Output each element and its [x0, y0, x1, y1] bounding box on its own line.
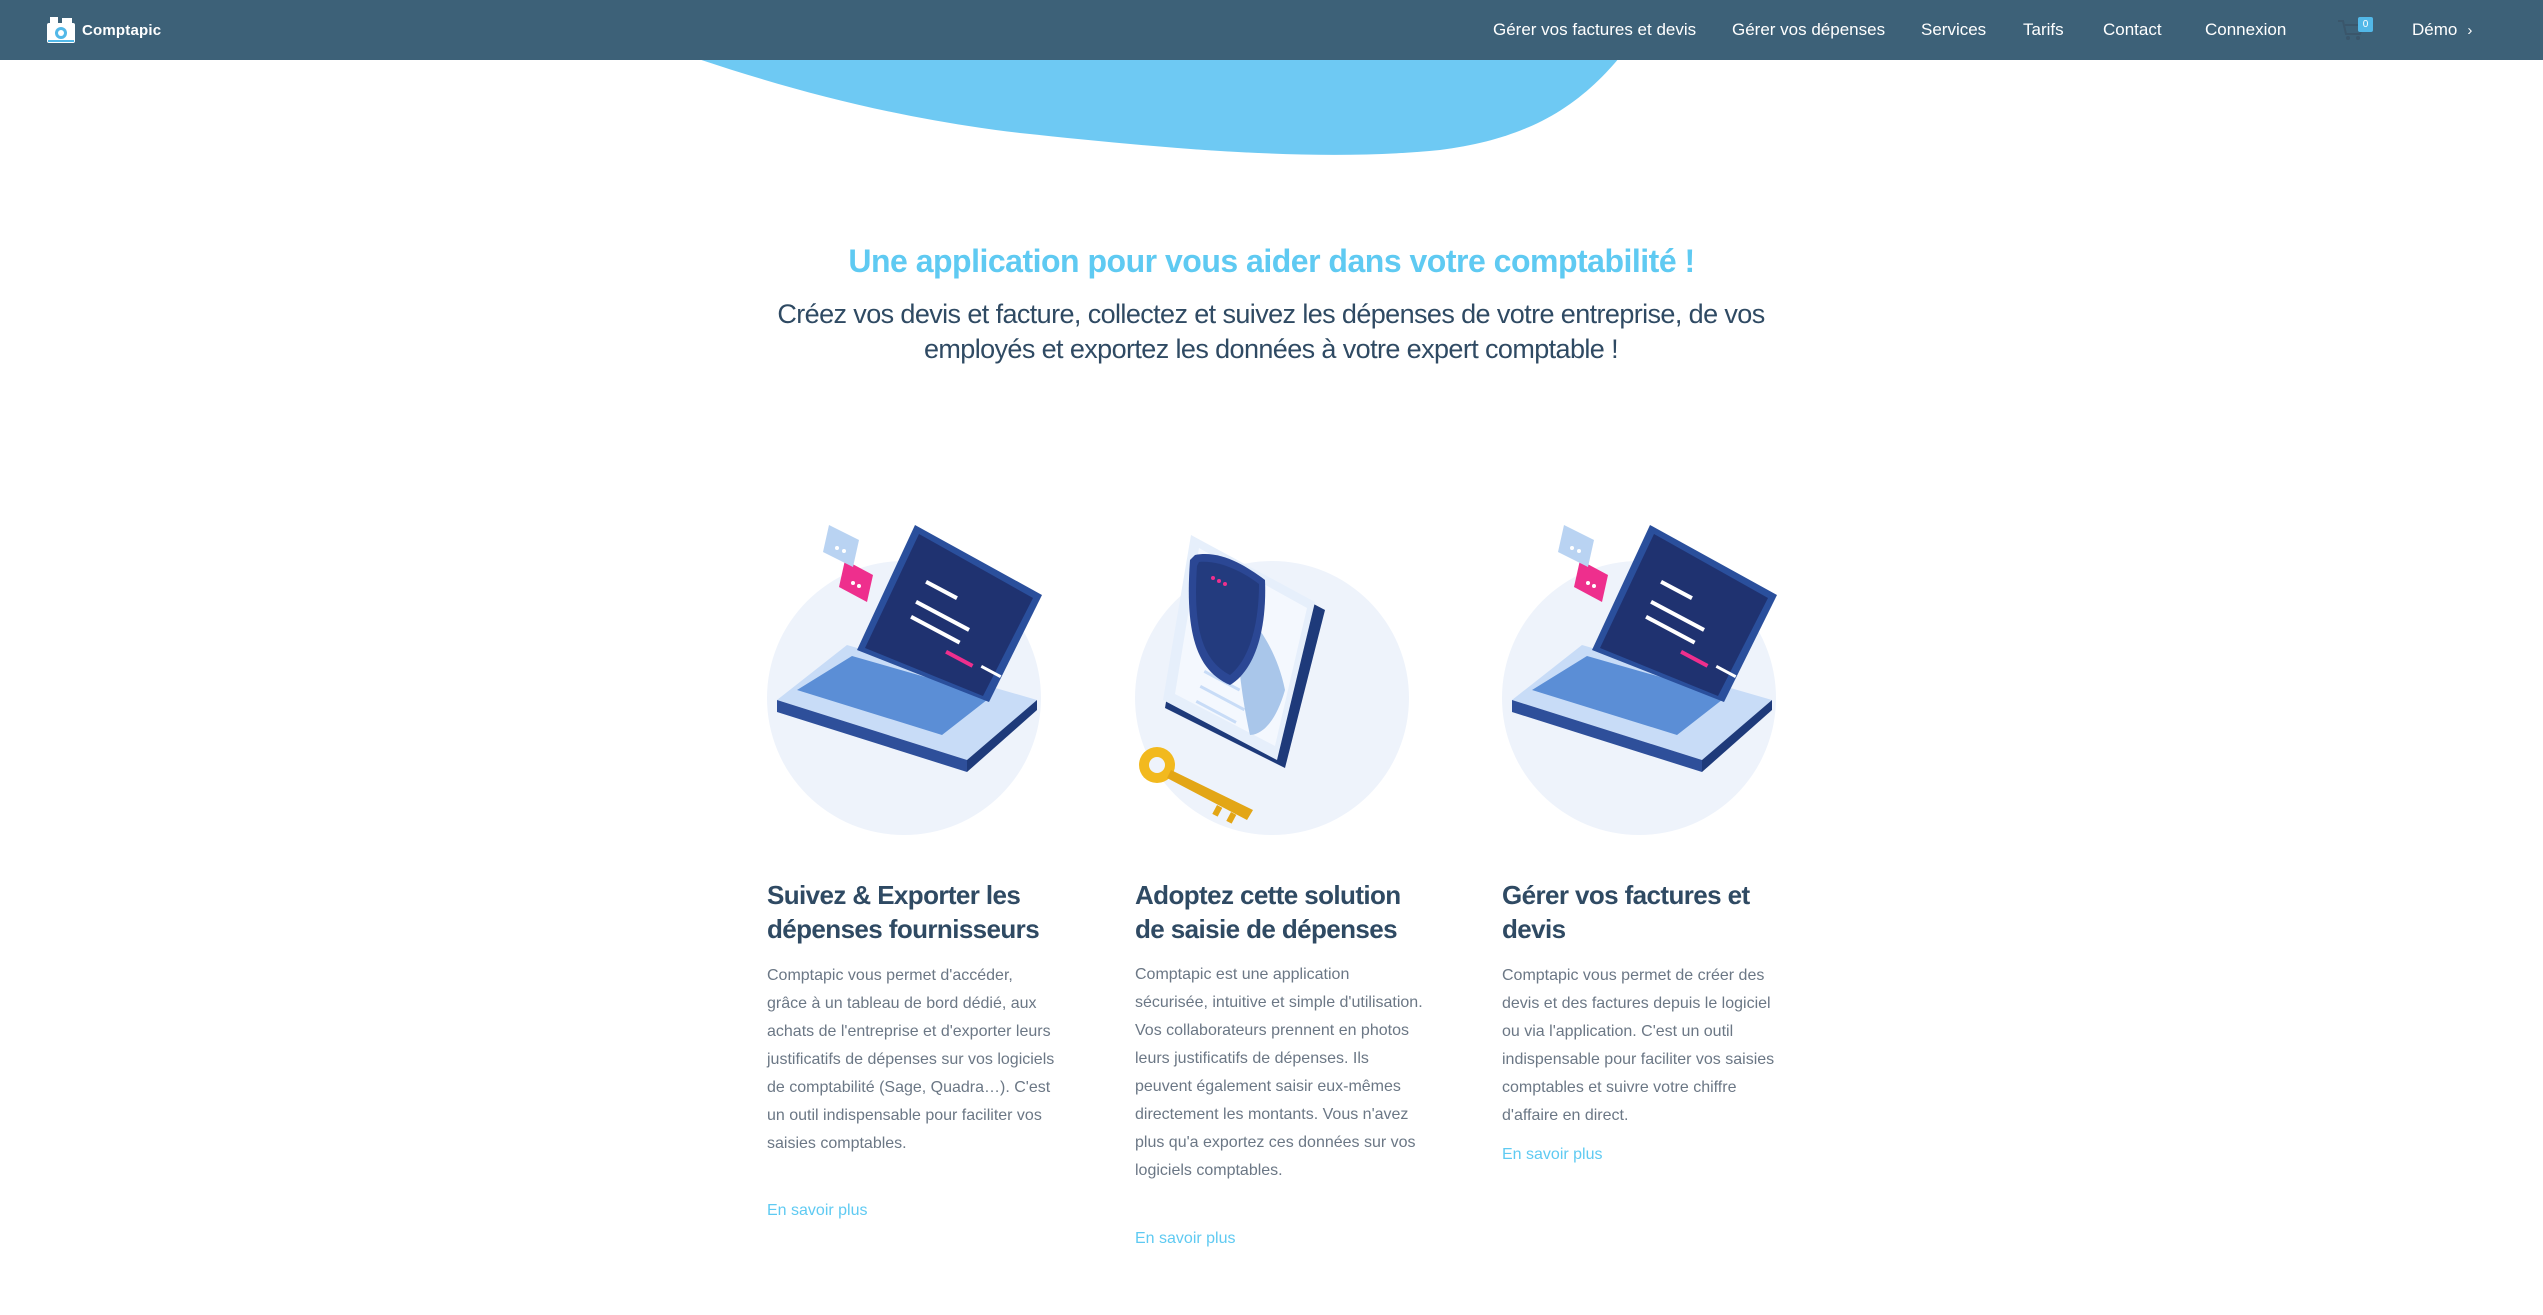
demo-label: Démo: [2412, 20, 2458, 39]
learn-more-link[interactable]: En savoir plus: [767, 1202, 868, 1220]
nav-item-services[interactable]: Services: [1921, 20, 1986, 40]
feature-description: Comptapic vous permet de créer des devis…: [1502, 967, 1775, 1124]
demo-button[interactable]: Démo ›: [2412, 20, 2472, 40]
laptop-illustration: [1502, 525, 1777, 835]
nav-item-contact[interactable]: Contact: [2103, 20, 2162, 40]
learn-more-link[interactable]: En savoir plus: [1502, 1146, 1603, 1164]
cart-button[interactable]: 0: [2336, 17, 2373, 43]
feature-description: Comptapic vous permet d'accéder, grâce à…: [767, 967, 1055, 1152]
chevron-right-icon: ›: [2467, 22, 2473, 39]
nav-item-factures-devis[interactable]: Gérer vos factures et devis: [1493, 20, 1696, 40]
top-navigation-bar: Comptapic Gérer vos factures et devis Gé…: [0, 0, 2543, 60]
nav-item-tarifs[interactable]: Tarifs: [2023, 20, 2064, 40]
cart-count-badge: 0: [2358, 17, 2373, 32]
page-subheadline: Créez vos devis et facture, collectez et…: [777, 299, 1765, 364]
phone-shield-key-illustration: [1135, 535, 1409, 835]
brand-logo[interactable]: Comptapic: [46, 14, 161, 46]
feature-title: Adoptez cette solution de saisie de dépe…: [1135, 880, 1401, 944]
brand-name: Comptapic: [82, 21, 162, 39]
nav-item-depenses[interactable]: Gérer vos dépenses: [1732, 20, 1885, 40]
camera-icon: [46, 14, 76, 46]
nav-item-connexion[interactable]: Connexion: [2205, 20, 2286, 40]
feature-title: Gérer vos factures et devis: [1502, 880, 1750, 944]
learn-more-link[interactable]: En savoir plus: [1135, 1230, 1236, 1248]
feature-title: Suivez & Exporter les dépenses fournisse…: [767, 880, 1040, 944]
feature-description: Comptapic est une application sécurisée,…: [1135, 966, 1423, 1179]
page-headline: Une application pour vous aider dans vot…: [848, 243, 1695, 279]
laptop-illustration: [767, 525, 1042, 835]
